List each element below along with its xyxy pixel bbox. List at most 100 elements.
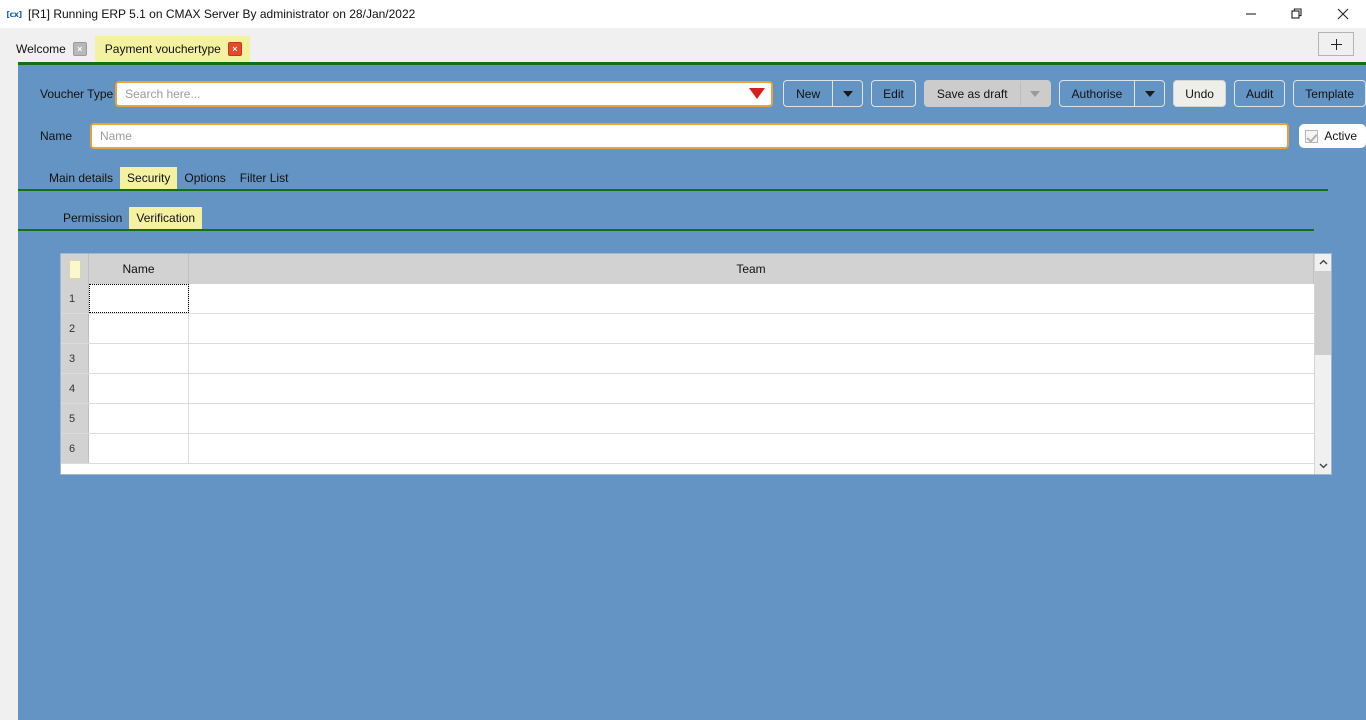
cell-name[interactable] (89, 344, 189, 373)
app-shell: Voucher Type Search here... New Edit Sav… (0, 62, 1366, 720)
chevron-down-icon[interactable] (1315, 457, 1331, 474)
table-row[interactable]: 6 (61, 434, 1314, 464)
grid-header-team[interactable]: Team (189, 254, 1314, 284)
select-all-icon (68, 259, 81, 279)
chevron-down-icon[interactable] (1134, 81, 1164, 106)
voucher-type-row: Voucher Type Search here... New Edit Sav… (18, 65, 1366, 107)
name-row: Name Name Active (18, 107, 1366, 149)
window-titlebar: [cx] [R1] Running ERP 5.1 on CMAX Server… (0, 0, 1366, 28)
grid-header-label: Name (122, 262, 155, 276)
authorise-button-label: Authorise (1071, 86, 1123, 101)
audit-button-label: Audit (1245, 86, 1274, 101)
cell-team[interactable] (189, 404, 1314, 433)
voucher-type-placeholder: Search here... (125, 86, 201, 101)
table-row[interactable]: 2 (61, 314, 1314, 344)
tab-main-details[interactable]: Main details (42, 167, 120, 189)
new-tab-button[interactable] (1318, 32, 1354, 56)
row-index: 6 (61, 434, 89, 463)
app-content-area: Voucher Type Search here... New Edit Sav… (18, 62, 1366, 720)
grid-header-name[interactable]: Name (89, 254, 189, 284)
restore-icon[interactable] (1274, 0, 1320, 28)
document-tab-label: Welcome (16, 42, 66, 56)
window-title: [R1] Running ERP 5.1 on CMAX Server By a… (28, 7, 416, 21)
save-as-draft-button-label: Save as draft (936, 86, 1008, 101)
secondary-tabs: Permission Verification (18, 207, 1314, 231)
new-button-label: New (796, 86, 821, 101)
plus-icon (1330, 38, 1342, 50)
grid-vertical-scrollbar[interactable] (1314, 254, 1331, 474)
tab-permission[interactable]: Permission (56, 207, 129, 229)
table-row[interactable]: 3 (61, 344, 1314, 374)
tab-filter-list[interactable]: Filter List (233, 167, 296, 189)
grid-header-label: Team (736, 262, 766, 276)
voucher-type-search-input[interactable]: Search here... (115, 80, 774, 107)
chevron-down-icon (1019, 81, 1050, 106)
tab-label: Permission (63, 211, 123, 225)
undo-button[interactable]: Undo (1173, 80, 1226, 107)
name-label: Name (40, 129, 73, 143)
grid-header-row: Name Team (61, 254, 1314, 284)
close-icon[interactable]: × (227, 42, 242, 56)
document-tab-label: Payment vouchertype (104, 42, 221, 56)
active-checkbox[interactable]: Active (1299, 124, 1366, 148)
cell-name[interactable] (89, 374, 189, 403)
cell-name[interactable] (89, 404, 189, 433)
primary-tabs: Main details Security Options Filter Lis… (18, 167, 1328, 191)
cell-team[interactable] (189, 344, 1314, 373)
undo-button-label: Undo (1185, 86, 1214, 101)
active-label: Active (1324, 129, 1357, 143)
tab-label: Verification (136, 211, 196, 225)
tab-label: Options (184, 171, 226, 185)
authorise-split-button[interactable]: Authorise (1058, 80, 1166, 107)
document-tab-welcome[interactable]: Welcome × (6, 36, 95, 62)
row-index: 3 (61, 344, 89, 373)
cell-team[interactable] (189, 314, 1314, 343)
row-index: 2 (61, 314, 89, 343)
save-as-draft-split-button[interactable]: Save as draft (923, 80, 1051, 107)
tab-verification[interactable]: Verification (129, 207, 203, 229)
tab-label: Security (127, 171, 171, 185)
triangle-down-icon[interactable] (749, 88, 766, 99)
edit-button-label: Edit (883, 86, 904, 101)
row-index: 1 (61, 284, 89, 313)
window-controls (1228, 0, 1366, 28)
close-icon[interactable] (1320, 0, 1366, 28)
minimize-icon[interactable] (1228, 0, 1274, 28)
row-index: 5 (61, 404, 89, 433)
audit-button[interactable]: Audit (1233, 80, 1286, 107)
chevron-down-icon[interactable] (832, 81, 862, 106)
action-toolbar: New Edit Save as draft Authorise Undo Au… (783, 80, 1366, 107)
table-row[interactable]: 4 (61, 374, 1314, 404)
close-icon[interactable]: × (72, 42, 87, 56)
scrollbar-track[interactable] (1315, 271, 1331, 457)
cell-team[interactable] (189, 434, 1314, 463)
name-placeholder: Name (99, 129, 132, 143)
verification-grid: Name Team 1 2 3 4 5 6 (60, 253, 1332, 475)
document-tabstrip: Welcome × Payment vouchertype × (0, 28, 1366, 62)
cell-name[interactable] (89, 284, 189, 313)
table-row[interactable]: 1 (61, 284, 1314, 314)
document-tab-payment-vouchertype[interactable]: Payment vouchertype × (94, 36, 250, 62)
cell-name[interactable] (89, 314, 189, 343)
tab-security[interactable]: Security (120, 167, 178, 189)
grid-header-corner[interactable] (61, 254, 89, 284)
cell-team[interactable] (189, 374, 1314, 403)
grid-main: Name Team 1 2 3 4 5 6 (61, 254, 1314, 474)
voucher-type-label: Voucher Type (40, 86, 114, 101)
cell-team[interactable] (189, 284, 1314, 313)
template-button[interactable]: Template (1293, 80, 1366, 107)
edit-button[interactable]: Edit (871, 80, 916, 107)
tab-label: Filter List (239, 171, 289, 185)
app-logo-icon: [cx] (6, 9, 22, 19)
template-button-label: Template (1305, 86, 1354, 101)
name-input[interactable]: Name (89, 123, 1290, 149)
tab-options[interactable]: Options (177, 167, 232, 189)
table-row[interactable]: 5 (61, 404, 1314, 434)
new-split-button[interactable]: New (783, 80, 864, 107)
cell-name[interactable] (89, 434, 189, 463)
tab-label: Main details (49, 171, 114, 185)
scrollbar-thumb[interactable] (1315, 271, 1331, 355)
checkmark-icon (1305, 129, 1319, 143)
row-index: 4 (61, 374, 89, 403)
chevron-up-icon[interactable] (1315, 254, 1331, 271)
